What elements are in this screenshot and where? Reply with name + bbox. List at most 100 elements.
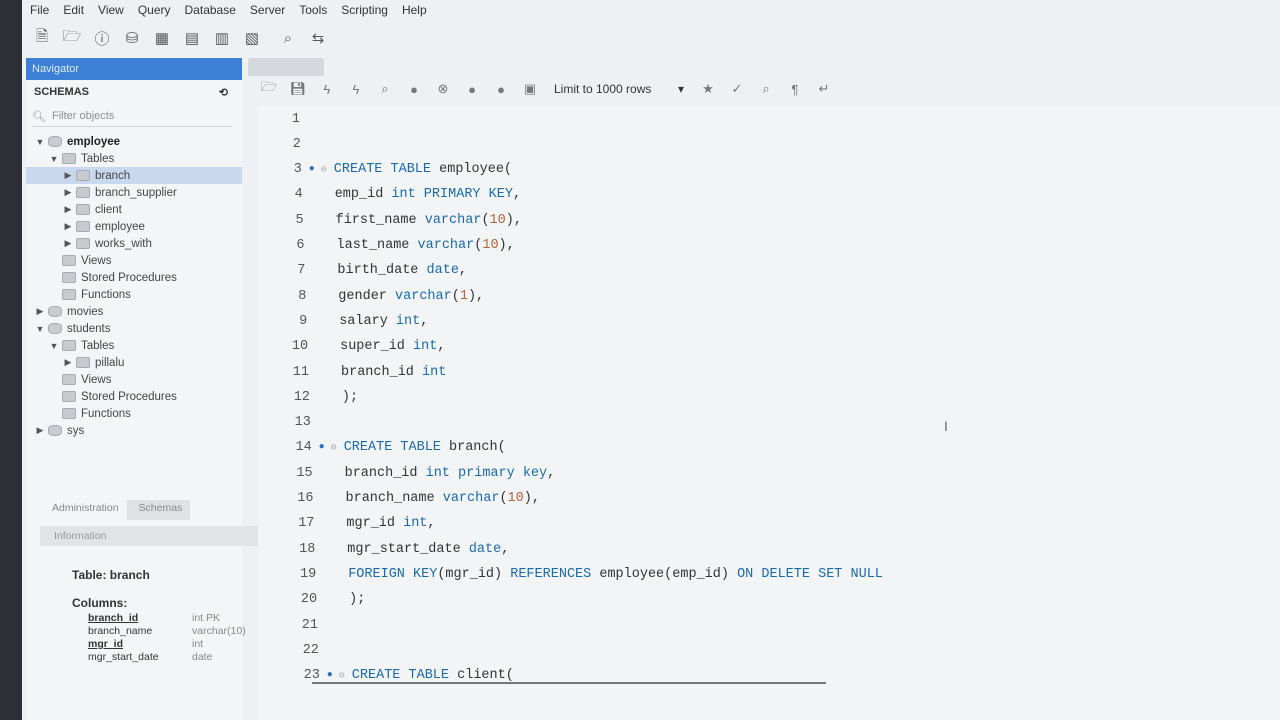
tree-item[interactable]: Stored Procedures (26, 388, 242, 405)
column-type: varchar(10) (192, 625, 246, 637)
autocommit-icon[interactable]: ▣ (519, 79, 541, 99)
menu-scripting[interactable]: Scripting (337, 3, 398, 17)
find-magnifier-icon[interactable]: ⌕ (755, 79, 777, 99)
sql-keyword: ON DELETE SET NULL (737, 566, 883, 582)
tree-item[interactable]: Stored Procedures (26, 269, 242, 286)
menu-query[interactable]: Query (134, 3, 181, 17)
tree-item[interactable]: Views (26, 252, 242, 269)
menu-view[interactable]: View (94, 3, 134, 17)
open-sql-script-icon[interactable]: 🗁 (60, 26, 84, 50)
tree-item[interactable]: Functions (26, 286, 242, 303)
create-function-icon[interactable]: ▧ (240, 26, 264, 50)
sql-keyword: date (468, 541, 502, 557)
sql-number: 1 (459, 288, 468, 304)
expand-arrow-icon[interactable]: ▶ (62, 357, 74, 368)
explain-magnifier-icon[interactable]: ⌕ (374, 79, 396, 99)
sql-keyword: CREATE TABLE (351, 668, 450, 684)
tree-item[interactable]: Functions (26, 405, 242, 422)
stop-icon[interactable]: ● (403, 79, 425, 99)
statement-marker-icon: ● (326, 670, 333, 682)
menu-server[interactable]: Server (246, 3, 295, 17)
menu-edit[interactable]: Edit (59, 3, 94, 17)
collapse-arrow-icon[interactable]: ▼ (34, 137, 46, 147)
screen-bezel (0, 0, 22, 720)
line-number: 20 (300, 592, 318, 608)
fold-toggle-icon[interactable]: ⊖ (328, 442, 340, 454)
tab-administration[interactable]: Administration (40, 500, 127, 520)
code-line: 22 (277, 639, 351, 661)
refresh-icon[interactable]: ⟲ (219, 86, 228, 99)
tree-item[interactable]: ▶ pillalu (26, 354, 242, 371)
expand-arrow-icon[interactable]: ▶ (62, 170, 74, 181)
tree-item[interactable]: ▶ branch (26, 167, 242, 184)
tree-item[interactable]: ▶ employee (26, 218, 242, 235)
folder-icon (62, 391, 76, 402)
code-text: super_id int, (336, 339, 445, 354)
tab-schemas[interactable]: Schemas (126, 500, 191, 520)
menu-database[interactable]: Database (181, 3, 246, 17)
tree-item[interactable]: ▼ students (26, 320, 242, 337)
execute-current-lightning-icon[interactable]: ϟ (345, 79, 367, 99)
tree-item-label: works_with (95, 237, 152, 250)
menu-tools[interactable]: Tools (295, 3, 337, 17)
expand-arrow-icon[interactable]: ▶ (34, 306, 46, 317)
info-icon[interactable]: ⓘ (90, 26, 114, 50)
tree-item[interactable]: ▶ movies (26, 303, 242, 320)
code-text: CREATE TABLE employee( (330, 162, 512, 177)
create-table-icon[interactable]: ▦ (150, 26, 174, 50)
toggle-error-icon[interactable]: ⊗ (432, 79, 454, 99)
expand-arrow-icon[interactable]: ▶ (62, 221, 74, 232)
tree-item-label: Stored Procedures (81, 390, 177, 403)
tree-item[interactable]: ▼ Tables (26, 337, 242, 354)
limit-rows-select[interactable]: Limit to 1000 rows ▾ (548, 82, 690, 96)
expand-arrow-icon[interactable]: ▶ (62, 238, 74, 249)
menu-file[interactable]: File (26, 3, 59, 17)
expand-arrow-icon[interactable]: ▶ (34, 425, 46, 436)
new-sql-tab-icon[interactable]: 🗎 (30, 26, 54, 50)
collapse-arrow-icon[interactable]: ▼ (48, 154, 60, 164)
save-icon[interactable]: 💾︎ (287, 79, 309, 99)
tree-item[interactable]: ▶ client (26, 201, 242, 218)
menu-help[interactable]: Help (398, 3, 437, 17)
execute-lightning-icon[interactable]: ϟ (316, 79, 338, 99)
commit-icon[interactable]: ● (461, 79, 483, 99)
expand-arrow-icon[interactable]: ▶ (62, 187, 74, 198)
menu-bar: File Edit View Query Database Server Too… (22, 0, 1280, 20)
open-file-icon[interactable]: 🗁 (258, 79, 280, 99)
line-number: 9 (299, 313, 308, 329)
tree-item-label: client (95, 203, 122, 216)
sql-keyword: varchar (424, 212, 482, 228)
fold-toggle-icon[interactable]: ⊖ (318, 164, 330, 176)
create-schema-icon[interactable]: ⛁ (120, 26, 144, 50)
collapse-arrow-icon[interactable]: ▼ (34, 324, 46, 334)
tree-item[interactable]: ▶ branch_supplier (26, 184, 242, 201)
tree-item[interactable]: ▶ sys (26, 422, 242, 439)
tree-item-label: employee (95, 220, 145, 233)
column-name: branch_name (88, 625, 153, 637)
tree-item[interactable]: Views (26, 371, 242, 388)
filter-objects-field[interactable]: 🔍︎ Filter objects (32, 106, 232, 127)
code-line: 14 ● ⊖ CREATE TABLE branch( (270, 437, 505, 459)
tree-item[interactable]: ▼ Tables (26, 150, 242, 167)
collapse-arrow-icon[interactable]: ▼ (48, 341, 60, 351)
code-text: ); (345, 592, 365, 607)
create-view-icon[interactable]: ▤ (180, 26, 204, 50)
reconnect-icon[interactable]: ⇆ (306, 26, 330, 50)
add-snippet-star-icon[interactable]: ★ (697, 79, 719, 99)
beautify-brush-icon[interactable]: ✓ (726, 79, 748, 99)
fold-toggle-icon[interactable]: ⊖ (336, 670, 348, 682)
create-procedure-icon[interactable]: ▥ (210, 26, 234, 50)
invisible-chars-icon[interactable]: ¶ (784, 79, 806, 99)
tree-item[interactable]: ▶ works_with (26, 235, 242, 252)
tree-item-label: Views (81, 254, 112, 267)
search-table-data-icon[interactable]: ⌕ (276, 26, 300, 50)
wrap-lines-icon[interactable]: ↵ (813, 79, 835, 99)
expand-arrow-icon[interactable]: ▶ (62, 204, 74, 215)
line-number: 4 (294, 187, 303, 203)
tree-item[interactable]: ▼ employee (26, 133, 242, 150)
line-number: 6 (296, 238, 305, 253)
rollback-icon[interactable]: ● (490, 79, 512, 99)
sql-editor-tab[interactable] (248, 58, 324, 76)
line-number: 16 (297, 491, 314, 506)
sql-editor[interactable]: I 1 2 3 ● ⊖ CREATE TABLE employee(4 emp_id int… (258, 106, 1280, 720)
